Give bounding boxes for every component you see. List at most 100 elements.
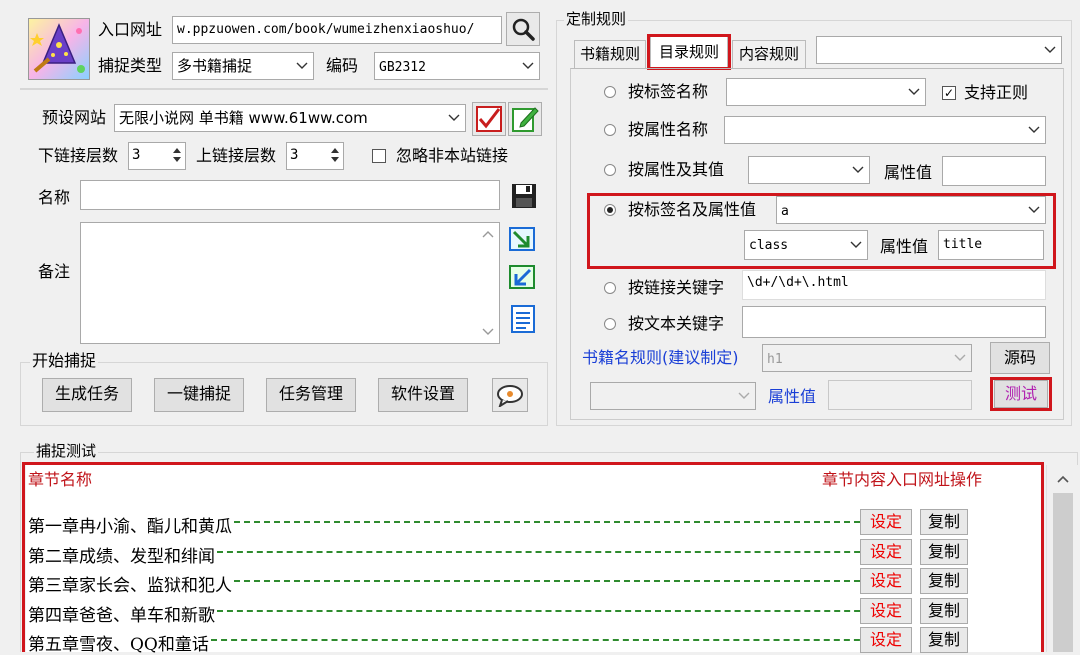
generate-task-button[interactable]: 生成任务 <box>42 378 132 412</box>
radio-by-tag-and-attr[interactable] <box>604 204 616 216</box>
scroll-up-icon <box>1057 475 1069 483</box>
notes-scrollbar[interactable] <box>478 224 498 342</box>
book-attr-value-input[interactable] <box>828 380 972 410</box>
copy-button[interactable]: 复制 <box>920 627 968 653</box>
tab-content-rules[interactable]: 内容规则 <box>732 40 806 68</box>
chapter-title: 第四章爸爸、单车和新歌 <box>28 605 215 626</box>
chevron-down-icon <box>851 157 865 183</box>
up-depth-spinner[interactable]: 3 <box>286 142 344 170</box>
task-management-button[interactable]: 任务管理 <box>266 378 356 412</box>
chevron-down-icon <box>1027 117 1041 143</box>
dashed-leader <box>217 609 880 612</box>
book-attr-select[interactable] <box>590 382 756 410</box>
copy-button[interactable]: 复制 <box>920 568 968 594</box>
chapter-row: 第五章雪夜、QQ和童话 设定 复制 <box>28 626 1038 655</box>
preset-group <box>20 88 548 90</box>
check-red-button[interactable] <box>472 102 506 136</box>
one-click-capture-button[interactable]: 一键捕捉 <box>154 378 244 412</box>
tab-book-rules[interactable]: 书籍规则 <box>574 40 646 68</box>
support-regex-checkbox[interactable]: ✓ <box>942 86 956 100</box>
attr-and-value-select[interactable] <box>748 156 870 184</box>
list-icon[interactable] <box>508 304 540 336</box>
radio-by-attr-name[interactable] <box>604 124 616 136</box>
support-regex-label: 支持正则 <box>964 83 1029 102</box>
chat-button[interactable] <box>492 378 528 412</box>
ignore-offsite-checkbox[interactable] <box>372 149 386 163</box>
red-check-icon <box>476 106 502 132</box>
attr-value-title-input[interactable]: title <box>938 230 1044 260</box>
capture-test-label: 捕捉测试 <box>34 441 99 461</box>
source-code-button[interactable]: 源码 <box>990 342 1050 374</box>
set-button[interactable]: 设定 <box>860 597 912 624</box>
name-input[interactable] <box>80 180 500 210</box>
capture-type-label: 捕捉类型 <box>98 56 163 75</box>
chapter-list-scrollbar[interactable] <box>1046 465 1078 652</box>
tag-name-select[interactable] <box>726 78 926 106</box>
chapter-row: 第四章爸爸、单车和新歌 设定 复制 <box>28 597 1038 626</box>
attr-value-input[interactable] <box>942 156 1046 186</box>
link-keyword-input[interactable]: \d+/\d+\.html <box>742 270 1046 300</box>
chapter-title: 第二章成绩、发型和绯闻 <box>28 546 215 567</box>
dashed-leader <box>217 550 880 553</box>
attr-name-select[interactable] <box>724 116 1046 144</box>
speech-bubble-icon <box>497 385 523 407</box>
export-icon[interactable] <box>508 224 540 256</box>
chapter-name-header: 章节名称 <box>28 470 93 489</box>
notes-textarea[interactable] <box>80 222 500 344</box>
preset-site-select[interactable]: 无限小说网 单书籍 www.61ww.com <box>114 104 466 132</box>
software-settings-button[interactable]: 软件设置 <box>378 378 468 412</box>
edit-green-button[interactable] <box>508 102 542 136</box>
start-group-label: 开始捕捉 <box>30 351 99 371</box>
scroll-up-icon <box>482 231 494 238</box>
test-button[interactable]: 测试 <box>994 380 1048 408</box>
encoding-label: 编码 <box>326 56 359 75</box>
radio-by-attr-and-value[interactable] <box>604 164 616 176</box>
search-button[interactable] <box>506 12 540 46</box>
by-tag-and-attr-label: 按标签名及属性值 <box>628 200 757 219</box>
up-depth-label: 上链接层数 <box>196 146 277 165</box>
radio-by-link-keyword[interactable] <box>604 282 616 294</box>
import-icon[interactable] <box>508 262 540 294</box>
chevron-down-icon <box>907 79 921 105</box>
chapter-url-header: 章节内容入口网址操作 <box>822 470 983 489</box>
app-logo-icon <box>28 18 90 80</box>
url-label: 入口网址 <box>98 20 163 39</box>
attr-name-value-select[interactable]: class <box>744 230 868 260</box>
name-label: 名称 <box>38 188 71 207</box>
url-input[interactable]: w.ppzuowen.com/book/wumeizhenxiaoshuo/ <box>172 16 502 44</box>
text-keyword-input[interactable] <box>742 306 1046 338</box>
scroll-thumb[interactable] <box>1053 493 1073 652</box>
set-button[interactable]: 设定 <box>860 627 912 653</box>
rule-preset-select[interactable] <box>816 36 1062 64</box>
book-name-rule-select[interactable]: h1 <box>762 344 972 372</box>
tag-value-select[interactable]: a <box>776 196 1046 224</box>
chevron-down-icon <box>737 383 751 409</box>
copy-button[interactable]: 复制 <box>920 509 968 535</box>
radio-by-tag-name[interactable] <box>604 86 616 98</box>
save-icon[interactable] <box>508 180 540 212</box>
preset-label: 预设网站 <box>42 108 107 127</box>
ignore-offsite-label: 忽略非本站链接 <box>396 146 509 165</box>
book-name-rule-label: 书籍名规则(建议制定) <box>582 348 739 367</box>
dashed-leader <box>234 521 880 523</box>
chapter-title: 第五章雪夜、QQ和童话 <box>28 635 209 655</box>
by-attr-name-label: 按属性名称 <box>628 120 709 139</box>
encoding-select[interactable]: GB2312 <box>374 52 540 80</box>
radio-by-text-keyword[interactable] <box>604 318 616 330</box>
set-button[interactable]: 设定 <box>860 509 912 535</box>
set-button[interactable]: 设定 <box>860 538 912 565</box>
tab-catalog-rules[interactable]: 目录规则 <box>650 36 728 68</box>
capture-type-select[interactable]: 多书籍捕捉 <box>172 52 314 80</box>
custom-rules-label: 定制规则 <box>564 9 629 29</box>
chapter-title: 第一章冉小渝、酯儿和黄瓜 <box>28 517 232 537</box>
down-depth-label: 下链接层数 <box>38 146 119 165</box>
spin-arrows-icon <box>173 148 181 162</box>
down-depth-spinner[interactable]: 3 <box>128 142 186 170</box>
copy-button[interactable]: 复制 <box>920 538 968 565</box>
chapter-title: 第三章家长会、监狱和犯人 <box>28 576 232 596</box>
set-button[interactable]: 设定 <box>860 568 912 594</box>
copy-button[interactable]: 复制 <box>920 597 968 624</box>
by-attr-and-value-label: 按属性及其值 <box>628 160 725 179</box>
chevron-down-icon <box>1027 197 1041 223</box>
chevron-down-icon <box>447 105 461 131</box>
